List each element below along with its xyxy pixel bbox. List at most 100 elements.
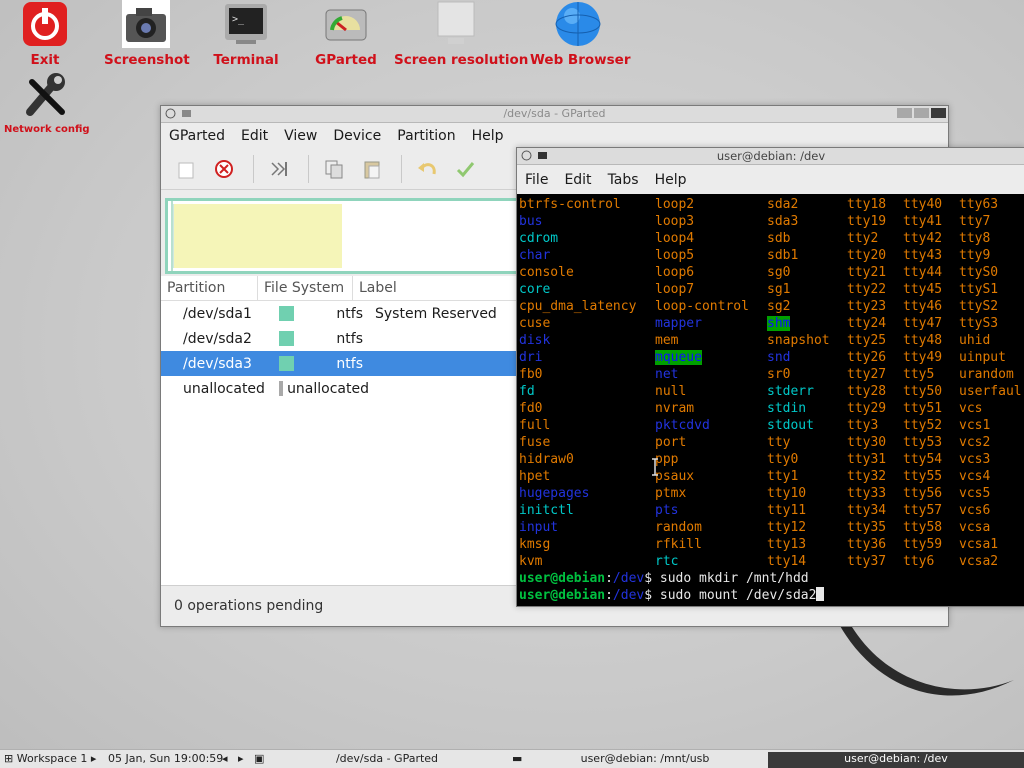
ls-entry: console [519, 265, 574, 280]
ls-entry: ttyS0 [959, 265, 999, 280]
ls-entry: tty55 [903, 469, 943, 484]
ls-entry: tty3 [847, 418, 879, 433]
menu-view[interactable]: View [276, 128, 325, 144]
terminal-output[interactable]: btrfs-control bus cdrom char console core cpu_… [517, 194, 1024, 606]
partition-row[interactable]: unallocated unallocated [161, 376, 521, 401]
close-button[interactable] [931, 108, 946, 118]
filesystem-color-swatch [279, 381, 284, 396]
paste-button[interactable] [355, 153, 389, 185]
ls-entry: disk [519, 333, 551, 348]
desktop-icon-exit[interactable]: Exit [14, 0, 76, 68]
desktop-icon-screen-resolution[interactable]: Screen resolution [394, 0, 528, 68]
ls-entry: tty47 [903, 316, 943, 331]
monitor-icon [432, 0, 480, 48]
desktop-icon-terminal[interactable]: >_ Terminal [208, 0, 284, 68]
copy-button[interactable] [317, 153, 351, 185]
harddisk-icon [322, 0, 370, 48]
ls-entry: vcsa1 [959, 537, 999, 552]
menu-gparted[interactable]: GParted [161, 128, 233, 144]
gparted-titlebar[interactable]: /dev/sda - GParted [161, 106, 948, 123]
ls-entry: tty25 [847, 333, 887, 348]
menu-edit[interactable]: Edit [556, 172, 599, 188]
task-gparted[interactable]: /dev/sda - GParted [272, 752, 502, 768]
desktop-icon-network-config[interactable]: Network config [4, 72, 90, 135]
camera-icon [122, 0, 170, 48]
terminal-titlebar[interactable]: user@debian: /dev [517, 148, 1024, 165]
ls-entry: tty42 [903, 231, 943, 246]
ls-entry: tty37 [847, 554, 887, 569]
ls-entry: shm [767, 316, 791, 331]
desktop-icon-web-browser[interactable]: Web Browser [530, 0, 630, 68]
ls-entry: tty18 [847, 197, 887, 212]
ls-entry: urandom [959, 367, 1014, 382]
gparted-statusbar: 0 operations pending [161, 585, 529, 626]
paste-icon [364, 161, 380, 179]
maximize-button[interactable] [914, 108, 929, 118]
menu-help[interactable]: Help [464, 128, 512, 144]
task-prev-arrow-icon[interactable]: ◂ [222, 752, 228, 765]
menu-partition[interactable]: Partition [389, 128, 463, 144]
ls-entry: tty46 [903, 299, 943, 314]
text-cursor [816, 587, 825, 601]
ls-entry: cpu_dma_latency [519, 299, 637, 314]
ls-entry: tty7 [959, 214, 991, 229]
apply-button[interactable] [448, 153, 482, 185]
ls-entry: vcs3 [959, 452, 991, 467]
ls-entry: tty58 [903, 520, 943, 535]
resize-move-button[interactable] [262, 153, 296, 185]
menu-edit[interactable]: Edit [233, 128, 276, 144]
ls-entry: tty10 [767, 486, 807, 501]
ls-entry: vcsa [959, 520, 991, 535]
disk-partition-map[interactable] [165, 198, 531, 274]
col-header-partition[interactable]: Partition [161, 276, 258, 300]
ls-entry: sda3 [767, 214, 799, 229]
col-header-filesystem[interactable]: File System [258, 276, 353, 300]
checkmark-icon [456, 162, 475, 178]
ls-entry: vcs [959, 401, 983, 416]
arrow-right-icon[interactable]: ▸ [91, 752, 97, 765]
menu-help[interactable]: Help [647, 172, 695, 188]
ls-entry: tty9 [959, 248, 991, 263]
filesystem-cell: ntfs [279, 306, 369, 322]
desktop-icon-screenshot[interactable]: Screenshot [104, 0, 190, 68]
undo-button[interactable] [410, 153, 444, 185]
partition-row[interactable]: /dev/sda1 ntfs System Reserved [161, 301, 521, 326]
desktop-icon-label: Screenshot [104, 52, 190, 68]
desktop-icon-gparted[interactable]: GParted [308, 0, 384, 68]
filesystem-name: unallocated [287, 380, 369, 397]
desktop-icon-label: Network config [4, 124, 90, 135]
task-next-arrow-icon[interactable]: ▸ [238, 752, 244, 765]
new-partition-button[interactable] [169, 153, 203, 185]
delete-partition-button[interactable] [207, 153, 241, 185]
ls-entry: tty28 [847, 384, 887, 399]
ls-entry: tty34 [847, 503, 887, 518]
partition-name: /dev/sda3 [183, 355, 252, 372]
ls-entry: userfaul [959, 384, 1022, 399]
ls-entry: tty23 [847, 299, 887, 314]
copy-icon [325, 160, 343, 179]
workspace-switcher[interactable]: ⊞ Workspace 1 ▸ [4, 752, 96, 765]
ls-column: tty18 tty19 tty2 tty20 tty21 tty22 tty23 tty24 t… [847, 196, 903, 570]
ls-entry: core [519, 282, 551, 297]
window-title: /dev/sda - GParted [503, 107, 606, 120]
ls-entry: tty43 [903, 248, 943, 263]
menu-tabs[interactable]: Tabs [600, 172, 647, 188]
task-gparted-icon: ▣ [254, 752, 265, 765]
menu-file[interactable]: File [517, 172, 556, 188]
task-terminal-dev[interactable]: user@debian: /dev [768, 752, 1024, 768]
partition-row[interactable]: /dev/sda3 ntfs [161, 351, 521, 376]
terminal-menubar: File Edit Tabs Help [517, 165, 1024, 194]
terminal-line: user@debian:/dev$ sudo mkdir /mnt/hdd [519, 571, 809, 586]
ls-entry: tty11 [767, 503, 807, 518]
col-header-label[interactable]: Label [353, 276, 521, 300]
task-terminal-usb[interactable]: user@debian: /mnt/usb [530, 752, 760, 768]
ls-entry: tty50 [903, 384, 943, 399]
menu-device[interactable]: Device [325, 128, 389, 144]
ls-entry: tty31 [847, 452, 887, 467]
minimize-button[interactable] [897, 108, 912, 118]
terminal-input-line[interactable]: user@debian:/dev$ sudo mount /dev/sda2 [519, 587, 825, 604]
clock: 05 Jan, Sun 19:00:59 [108, 752, 224, 765]
partition-row[interactable]: /dev/sda2 ntfs [161, 326, 521, 351]
ls-entry: hidraw0 [519, 452, 574, 467]
ls-entry: tty19 [847, 214, 887, 229]
